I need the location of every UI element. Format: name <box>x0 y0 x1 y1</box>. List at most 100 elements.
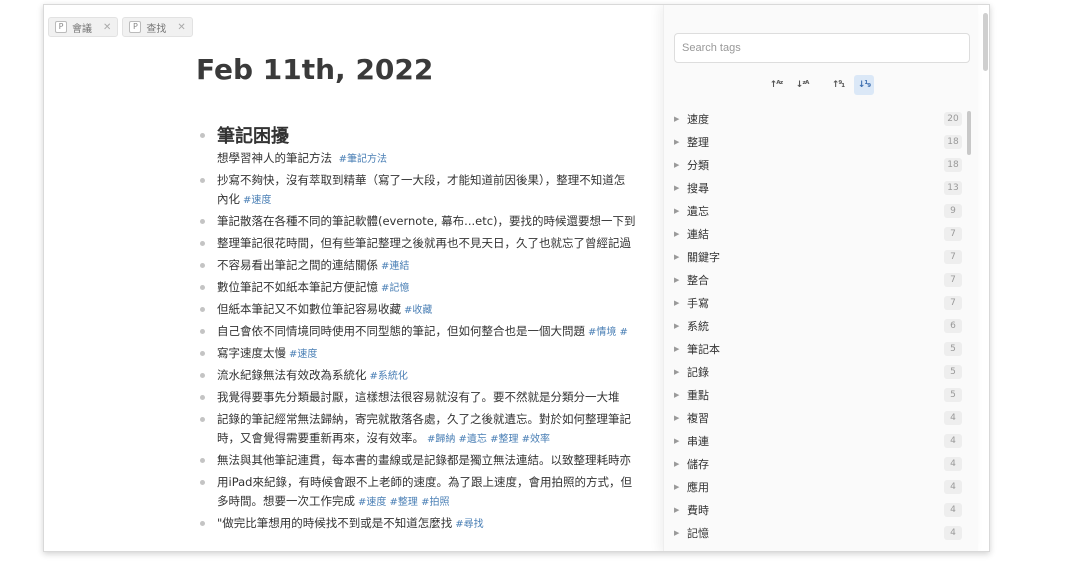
outline-block[interactable]: 筆記散落在各種不同的筆記軟體(evernote, 幕布...etc)，要找的時候… <box>200 212 660 234</box>
caret-right-icon[interactable]: ▶ <box>674 506 682 514</box>
tag-list-item[interactable]: ▶ 手寫 7 <box>674 291 962 314</box>
outline-block[interactable]: 無法與其他筆記連貫，每本書的畫線或是記錄都是獨立無法連結。以致整理耗時亦 <box>200 451 660 473</box>
heading-block[interactable]: 筆記困擾 <box>200 121 660 149</box>
tag-list-item[interactable]: ▶ 速度 20 <box>674 107 962 130</box>
caret-right-icon[interactable]: ▶ <box>674 483 682 491</box>
caret-right-icon[interactable]: ▶ <box>674 368 682 376</box>
tag-count-badge: 7 <box>944 249 962 264</box>
caret-right-icon[interactable]: ▶ <box>674 322 682 330</box>
tag-link[interactable]: #速度 <box>289 349 317 360</box>
caret-right-icon[interactable]: ▶ <box>674 184 682 192</box>
caret-right-icon[interactable]: ▶ <box>674 138 682 146</box>
tag-link[interactable]: #連結 <box>381 261 409 272</box>
tag-link[interactable]: #筆記方法 <box>339 154 387 165</box>
tag-link[interactable]: #情境 # <box>588 327 628 338</box>
outline-block[interactable]: 我覺得要事先分類最討厭，這樣想法很容易就沒有了。要不然就是分類分一大堆 <box>200 388 660 410</box>
tag-list-item[interactable]: ▶ 複習 4 <box>674 406 962 429</box>
bullet-icon[interactable] <box>200 480 205 485</box>
close-icon[interactable]: ✕ <box>103 22 111 33</box>
outline-block[interactable]: 寫字速度太慢 #速度 <box>200 344 660 366</box>
caret-right-icon[interactable]: ▶ <box>674 345 682 353</box>
caret-right-icon[interactable]: ▶ <box>674 529 682 537</box>
tag-list-scrollbar[interactable] <box>967 111 971 155</box>
tag-list-item[interactable]: ▶ 系統 6 <box>674 314 962 337</box>
bullet-icon[interactable] <box>200 329 205 334</box>
caret-right-icon[interactable]: ▶ <box>674 414 682 422</box>
sort-count-asc-icon[interactable]: ↑⁹₁ <box>828 75 848 95</box>
outline-block[interactable]: 整理筆記很花時間，但有些筆記整理之後就再也不見天日，久了也就忘了曾經記過 <box>200 234 660 256</box>
tag-list-item[interactable]: ▶ 費時 4 <box>674 498 962 521</box>
tag-list-item[interactable]: ▶ 整合 7 <box>674 268 962 291</box>
sort-alpha-asc-icon[interactable]: ↑ᴬᶻ <box>766 75 786 95</box>
search-tags-input[interactable]: Search tags <box>674 33 970 63</box>
tag-link[interactable]: #系統化 <box>370 371 408 382</box>
close-icon[interactable]: ✕ <box>177 22 185 33</box>
bullet-icon[interactable] <box>200 132 205 138</box>
outline-block[interactable]: 自己會依不同情境同時使用不同型態的筆記，但如何整合也是一個大問題 #情境 # <box>200 322 660 344</box>
tag-list-item[interactable]: ▶ 分類 18 <box>674 153 962 176</box>
bullet-icon[interactable] <box>200 458 205 463</box>
tag-list-item[interactable]: ▶ 記錄 5 <box>674 360 962 383</box>
outline-block[interactable]: 但紙本筆記又不如數位筆記容易收藏 #收藏 <box>200 300 660 322</box>
outline-block[interactable]: "做完比筆想用的時候找不到或是不知道怎麼找 #尋找 <box>200 514 660 536</box>
tag-list-item[interactable]: ▶ 記憶 4 <box>674 521 962 544</box>
sort-alpha-desc-icon[interactable]: ↓ᶻᴬ <box>792 75 812 95</box>
tag-count-badge: 4 <box>944 456 962 471</box>
caret-right-icon[interactable]: ▶ <box>674 460 682 468</box>
outline-block[interactable]: 流水紀錄無法有效改為系統化 #系統化 <box>200 366 660 388</box>
block-text-line: 整理筆記很花時間，但有些筆記整理之後就再也不見天日，久了也就忘了曾經記過 <box>217 236 631 250</box>
bullet-icon[interactable] <box>200 263 205 268</box>
caret-right-icon[interactable]: ▶ <box>674 207 682 215</box>
tab-search[interactable]: P 查找 ✕ <box>122 17 193 37</box>
bullet-icon[interactable] <box>200 395 205 400</box>
sort-count-desc-icon[interactable]: ↓¹₉ <box>854 75 874 95</box>
tag-link[interactable]: #速度 #整理 #拍照 <box>358 497 450 508</box>
caret-right-icon[interactable]: ▶ <box>674 391 682 399</box>
tag-link[interactable]: #速度 <box>243 195 271 206</box>
bullet-icon[interactable] <box>200 373 205 378</box>
caret-right-icon[interactable]: ▶ <box>674 161 682 169</box>
bullet-icon[interactable] <box>200 241 205 246</box>
bullet-icon[interactable] <box>200 417 205 422</box>
outline-block[interactable]: 記錄的筆記經常無法歸納，寄完就散落各處，久了之後就遺忘。對於如何整理筆記 時，又會… <box>200 410 660 451</box>
outline-block[interactable]: 用iPad來紀錄，有時候會跟不上老師的速度。為了跟上速度，會用拍照的方式，但 多時… <box>200 473 660 514</box>
tag-list-item[interactable]: ▶ 連結 7 <box>674 222 962 245</box>
tag-list-item[interactable]: ▶ 搜尋 13 <box>674 176 962 199</box>
caret-right-icon[interactable]: ▶ <box>674 299 682 307</box>
tag-list-item[interactable]: ▶ 儲存 4 <box>674 452 962 475</box>
tag-list-item[interactable]: ▶ 筆記本 5 <box>674 337 962 360</box>
window-scrollbar[interactable] <box>983 13 988 71</box>
tag-count-badge: 5 <box>944 364 962 379</box>
bullet-icon[interactable] <box>200 307 205 312</box>
caret-right-icon[interactable]: ▶ <box>674 276 682 284</box>
bullet-icon[interactable] <box>200 521 205 526</box>
bullet-icon[interactable] <box>200 351 205 356</box>
caret-right-icon[interactable]: ▶ <box>674 437 682 445</box>
block-content: 不容易看出筆記之間的連結關係 #連結 <box>217 256 660 276</box>
tag-list-item[interactable]: ▶ 關鍵字 7 <box>674 245 962 268</box>
caret-right-icon[interactable]: ▶ <box>674 230 682 238</box>
tag-link[interactable]: #收藏 <box>404 305 432 316</box>
sort-count-group: ↑⁹₁ ↓¹₉ <box>828 75 874 95</box>
tab-meeting[interactable]: P 會議 ✕ <box>48 17 119 37</box>
caret-right-icon[interactable]: ▶ <box>674 253 682 261</box>
tag-list-item[interactable]: ▶ 應用 4 <box>674 475 962 498</box>
tag-list-item[interactable]: ▶ 串連 4 <box>674 429 962 452</box>
tag-name: 手寫 <box>687 296 709 310</box>
caret-right-icon[interactable]: ▶ <box>674 115 682 123</box>
bullet-icon[interactable] <box>200 178 205 183</box>
tag-link[interactable]: #尋找 <box>455 519 483 530</box>
tag-link[interactable]: #歸納 #遺忘 #整理 #效率 <box>427 434 550 445</box>
page-title[interactable]: Feb 11th, 2022 <box>196 53 433 86</box>
bullet-icon[interactable] <box>200 285 205 290</box>
tag-link[interactable]: #記憶 <box>381 283 409 294</box>
heading-note[interactable]: 想學習神人的筆記方法 #筆記方法 <box>200 149 660 171</box>
outline-block[interactable]: 數位筆記不如紙本筆記方便記憶 #記憶 <box>200 278 660 300</box>
block-content: 筆記散落在各種不同的筆記軟體(evernote, 幕布...etc)，要找的時候… <box>217 212 660 231</box>
bullet-icon[interactable] <box>200 219 205 224</box>
tag-list-item[interactable]: ▶ 遺忘 9 <box>674 199 962 222</box>
outline-block[interactable]: 抄寫不夠快，沒有萃取到精華（寫了一大段，才能知道前因後果），整理不知道怎 內化 #速… <box>200 171 660 212</box>
outline-block[interactable]: 不容易看出筆記之間的連結關係 #連結 <box>200 256 660 278</box>
tag-list-item[interactable]: ▶ 重點 5 <box>674 383 962 406</box>
tag-list-item[interactable]: ▶ 整理 18 <box>674 130 962 153</box>
